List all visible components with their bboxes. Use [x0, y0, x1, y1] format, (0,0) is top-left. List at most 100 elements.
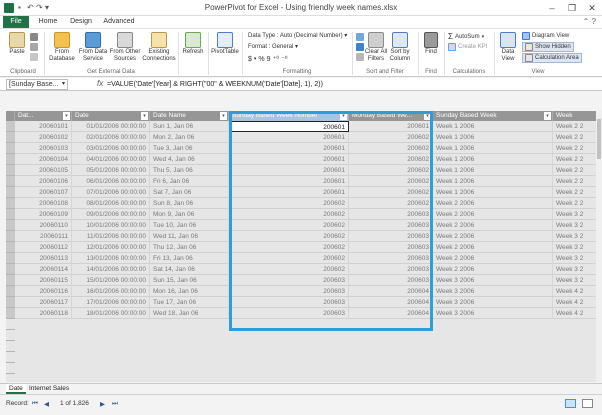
- tab-file[interactable]: File: [3, 16, 29, 28]
- cell-datekey[interactable]: 20060114: [15, 264, 72, 275]
- row-selector[interactable]: [6, 121, 15, 132]
- cell-sunday-week-number[interactable]: 200602: [229, 264, 349, 275]
- row-selector[interactable]: [6, 286, 15, 297]
- row-selector[interactable]: [6, 220, 15, 231]
- filter-dropdown-icon[interactable]: ▾: [141, 112, 148, 120]
- row-selector[interactable]: [6, 253, 15, 264]
- cell-datekey[interactable]: 20060105: [15, 165, 72, 176]
- cell-week[interactable]: Week 2 2: [553, 176, 596, 187]
- cell-sunday-week-number[interactable]: 200602: [229, 209, 349, 220]
- cell-sunday-week[interactable]: Week 3 2006: [433, 308, 553, 319]
- data-view-button[interactable]: Data View: [496, 32, 520, 63]
- cell-datekey[interactable]: 20060110: [15, 220, 72, 231]
- cell-datekey[interactable]: 20060109: [15, 209, 72, 220]
- cell-date-name[interactable]: Mon 16, Jan 06: [150, 286, 229, 297]
- cell-datekey[interactable]: 20060115: [15, 275, 72, 286]
- cell-date[interactable]: 13/01/2006 00:00:00: [72, 253, 150, 264]
- cell-datekey[interactable]: 20060102: [15, 132, 72, 143]
- calculation-area-button[interactable]: Calculation Area: [522, 53, 582, 63]
- show-hidden-button[interactable]: Show Hidden: [522, 42, 574, 52]
- increase-decimal-icon[interactable]: ⁺⁰: [273, 55, 280, 63]
- cell-date[interactable]: 07/01/2006 00:00:00: [72, 187, 150, 198]
- cell-week[interactable]: Week 2 2: [553, 132, 596, 143]
- header-datekey[interactable]: Dat... ▾: [15, 111, 72, 121]
- row-selector[interactable]: [6, 132, 15, 143]
- cell-datekey[interactable]: 20060108: [15, 198, 72, 209]
- cell-sunday-week-number[interactable]: 200601: [229, 176, 349, 187]
- cell-date-name[interactable]: Wed 4, Jan 06: [150, 154, 229, 165]
- cell-monday-week-number[interactable]: 200603: [349, 264, 433, 275]
- cell-sunday-week[interactable]: Week 1 2006: [433, 187, 553, 198]
- cell-date-name[interactable]: Wed 11, Jan 06: [150, 231, 229, 242]
- cell-sunday-week[interactable]: Week 3 2006: [433, 297, 553, 308]
- cell-datekey[interactable]: 20060117: [15, 297, 72, 308]
- cell-sunday-week-number[interactable]: 200602: [229, 253, 349, 264]
- cell-date-name[interactable]: Mon 2, Jan 06: [150, 132, 229, 143]
- cell-date-name[interactable]: Tue 10, Jan 06: [150, 220, 229, 231]
- grid-view-icon[interactable]: [565, 399, 576, 408]
- cell-sunday-week-number[interactable]: 200601: [229, 154, 349, 165]
- cell-sunday-week[interactable]: Week 2 2006: [433, 231, 553, 242]
- fx-icon[interactable]: fx: [97, 79, 103, 88]
- cell-date-name[interactable]: Thu 12, Jan 06: [150, 242, 229, 253]
- from-data-service-button[interactable]: From Data Service: [78, 32, 108, 63]
- sort-ascending-icon[interactable]: [356, 33, 364, 41]
- scrollbar-thumb[interactable]: [597, 119, 601, 159]
- cell-date-name[interactable]: Sun 15, Jan 06: [150, 275, 229, 286]
- row-selector[interactable]: [6, 297, 15, 308]
- cell-datekey[interactable]: 20060118: [15, 308, 72, 319]
- last-record-icon[interactable]: ⏭: [112, 400, 118, 408]
- row-selector[interactable]: [6, 198, 15, 209]
- cell-date[interactable]: 15/01/2006 00:00:00: [72, 275, 150, 286]
- cell-sunday-week-number[interactable]: 200601: [229, 143, 349, 154]
- cell-date-name[interactable]: Fri 13, Jan 06: [150, 253, 229, 264]
- filter-dropdown-icon[interactable]: ▾: [424, 112, 431, 120]
- cell-sunday-week[interactable]: Week 2 2006: [433, 253, 553, 264]
- filter-dropdown-icon[interactable]: ▾: [544, 112, 551, 120]
- header-date[interactable]: Date ▾: [72, 111, 150, 121]
- filter-dropdown-icon[interactable]: ▾: [220, 112, 227, 120]
- cell-sunday-week-number[interactable]: 200602: [229, 231, 349, 242]
- cell-sunday-week[interactable]: Week 2 2006: [433, 220, 553, 231]
- cell-sunday-week[interactable]: Week 2 2006: [433, 264, 553, 275]
- cut-icon[interactable]: [30, 33, 38, 41]
- cell-monday-week-number[interactable]: 200602: [349, 132, 433, 143]
- cell-week[interactable]: Week 2 2: [553, 165, 596, 176]
- cell-monday-week-number[interactable]: 200602: [349, 165, 433, 176]
- cell-sunday-week[interactable]: Week 3 2006: [433, 275, 553, 286]
- cell-date[interactable]: 16/01/2006 00:00:00: [72, 286, 150, 297]
- cell-date-name[interactable]: Sat 14, Jan 06: [150, 264, 229, 275]
- data-type-dropdown[interactable]: Data Type : Auto (Decimal Number) ▾: [246, 32, 347, 41]
- format-dropdown[interactable]: Format : General ▾: [246, 43, 306, 52]
- cell-datekey[interactable]: 20060104: [15, 154, 72, 165]
- sort-by-column-button[interactable]: Sort by Column: [388, 32, 412, 63]
- cell-date[interactable]: 18/01/2006 00:00:00: [72, 308, 150, 319]
- cell-date[interactable]: 01/01/2006 00:00:00: [72, 121, 150, 132]
- header-sunday-based-week[interactable]: Sunday Based Week ▾: [433, 111, 553, 121]
- cell-monday-week-number[interactable]: 200604: [349, 286, 433, 297]
- cell-date[interactable]: 17/01/2006 00:00:00: [72, 297, 150, 308]
- row-selector[interactable]: [6, 165, 15, 176]
- sort-descending-icon[interactable]: [356, 43, 364, 51]
- cell-sunday-week[interactable]: Week 1 2006: [433, 121, 553, 132]
- create-kpi-button[interactable]: Create KPI: [448, 43, 487, 51]
- from-database-button[interactable]: From Database: [46, 32, 78, 63]
- cell-date[interactable]: 11/01/2006 00:00:00: [72, 231, 150, 242]
- cell-datekey[interactable]: 20060103: [15, 143, 72, 154]
- cell-sunday-week-number[interactable]: 200603: [229, 275, 349, 286]
- cell-monday-week-number[interactable]: 200604: [349, 297, 433, 308]
- cell-datekey[interactable]: 20060116: [15, 286, 72, 297]
- cell-date-name[interactable]: Sun 1, Jan 06: [150, 121, 229, 132]
- cell-sunday-week[interactable]: Week 1 2006: [433, 154, 553, 165]
- cell-sunday-week[interactable]: Week 2 2006: [433, 209, 553, 220]
- cell-monday-week-number[interactable]: 200603: [349, 209, 433, 220]
- previous-record-icon[interactable]: ◀: [44, 400, 49, 408]
- cell-week[interactable]: Week 3 2: [553, 220, 596, 231]
- comma-button[interactable]: 9: [267, 56, 271, 63]
- row-selector[interactable]: [6, 154, 15, 165]
- cell-sunday-week-number[interactable]: 200602: [229, 242, 349, 253]
- cell-date-name[interactable]: Fri 6, Jan 06: [150, 176, 229, 187]
- cell-week[interactable]: Week 3 2: [553, 242, 596, 253]
- cell-datekey[interactable]: 20060113: [15, 253, 72, 264]
- cell-date[interactable]: 14/01/2006 00:00:00: [72, 264, 150, 275]
